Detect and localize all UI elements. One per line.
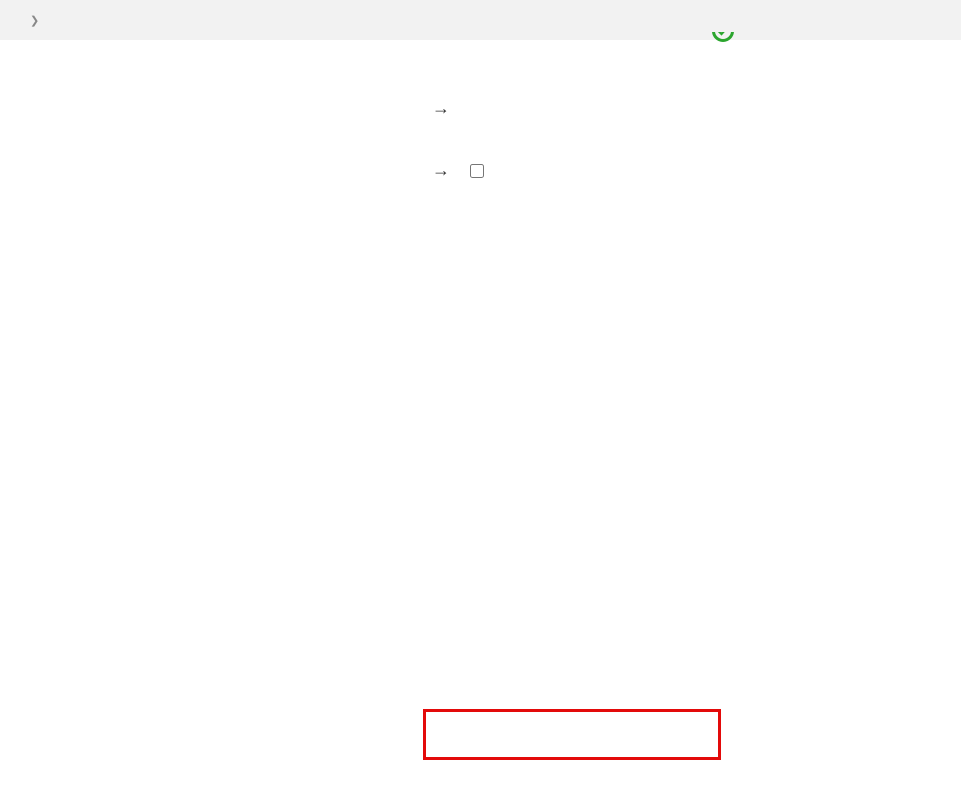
breadcrumb: ❯ xyxy=(0,0,961,40)
success-icon xyxy=(712,32,740,48)
annotation-highlight-box xyxy=(423,709,721,760)
arrow-right-icon: → xyxy=(432,160,450,181)
arrow-right-icon: → xyxy=(432,98,450,119)
chevron-right-icon: ❯ xyxy=(30,14,39,27)
restart-checkbox[interactable] xyxy=(470,164,484,178)
